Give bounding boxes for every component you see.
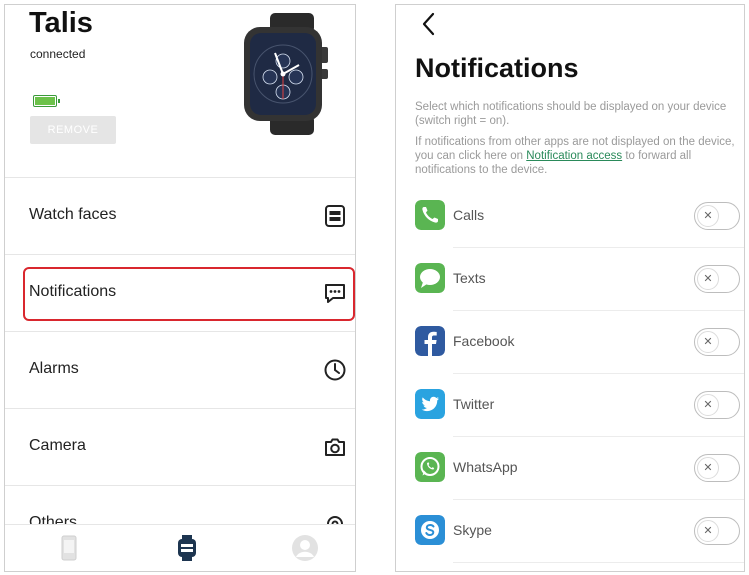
twitter-icon: [415, 389, 445, 419]
watch-face-icon: [325, 205, 345, 227]
facebook-icon: [415, 326, 445, 356]
bottom-navigation: [5, 524, 355, 571]
menu-item-watch-faces[interactable]: Watch faces: [5, 177, 355, 254]
divider: [453, 373, 744, 374]
watch-icon[interactable]: [173, 534, 201, 562]
toggle-texts[interactable]: ✕: [694, 265, 740, 293]
back-arrow-icon[interactable]: [418, 11, 440, 37]
whatsapp-icon: [415, 452, 445, 482]
toggle-off-icon: ✕: [697, 331, 719, 353]
divider: [453, 310, 744, 311]
divider: [453, 562, 744, 563]
toggle-off-icon: ✕: [697, 268, 719, 290]
menu-item-label: Watch faces: [29, 206, 117, 223]
notification-access-text: If notifications from other apps are not…: [415, 135, 737, 177]
app-name: Facebook: [453, 333, 515, 349]
toggle-skype[interactable]: ✕: [694, 517, 740, 545]
toggle-off-icon: ✕: [697, 205, 719, 227]
notification-access-link[interactable]: Notification access: [526, 150, 622, 162]
app-name: Calls: [453, 207, 485, 223]
toggle-twitter[interactable]: ✕: [694, 391, 740, 419]
menu-item-label: Camera: [29, 437, 86, 454]
notifications-screen: Notifications Select which notifications…: [395, 4, 745, 572]
clock-icon: [324, 359, 346, 381]
divider: [453, 436, 744, 437]
app-name: Skype: [453, 522, 492, 538]
toggle-off-icon: ✕: [697, 457, 719, 479]
toggle-off-icon: ✕: [697, 520, 719, 542]
menu-item-camera[interactable]: Camera: [5, 408, 355, 485]
toggle-calls[interactable]: ✕: [694, 202, 740, 230]
battery-icon: [33, 95, 60, 107]
page-title: Notifications: [415, 53, 579, 83]
toggle-whatsapp[interactable]: ✕: [694, 454, 740, 482]
smartwatch-image: [244, 13, 328, 135]
toggle-facebook[interactable]: ✕: [694, 328, 740, 356]
description-text: Select which notifications should be dis…: [415, 101, 727, 127]
app-row-whatsapp: WhatsApp ✕: [396, 438, 744, 500]
speech-bubble-icon: [415, 263, 445, 293]
connection-status: connected: [30, 47, 86, 61]
skype-icon: [415, 515, 445, 545]
menu-item-alarms[interactable]: Alarms: [5, 331, 355, 408]
camera-icon: [325, 438, 345, 456]
phone-icon: [415, 200, 445, 230]
app-row-calls: Calls ✕: [396, 186, 744, 248]
selection-highlight: [23, 267, 355, 321]
remove-button[interactable]: REMOVE: [30, 116, 116, 144]
app-name: Texts: [453, 270, 486, 286]
app-row-facebook: Facebook ✕: [396, 312, 744, 374]
divider: [453, 247, 744, 248]
app-row-twitter: Twitter ✕: [396, 375, 744, 437]
profile-icon[interactable]: [291, 534, 319, 562]
app-name: Twitter: [453, 396, 495, 412]
app-row-texts: Texts ✕: [396, 249, 744, 311]
toggle-off-icon: ✕: [697, 394, 719, 416]
device-screen: Talis connected REMOVE Watch faces Notif…: [4, 4, 356, 572]
menu-item-label: Alarms: [29, 360, 79, 377]
app-name: WhatsApp: [453, 459, 518, 475]
device-name: Talis: [29, 7, 93, 39]
divider: [453, 499, 744, 500]
phone-icon[interactable]: [55, 534, 83, 562]
app-row-skype: Skype ✕: [396, 501, 744, 563]
